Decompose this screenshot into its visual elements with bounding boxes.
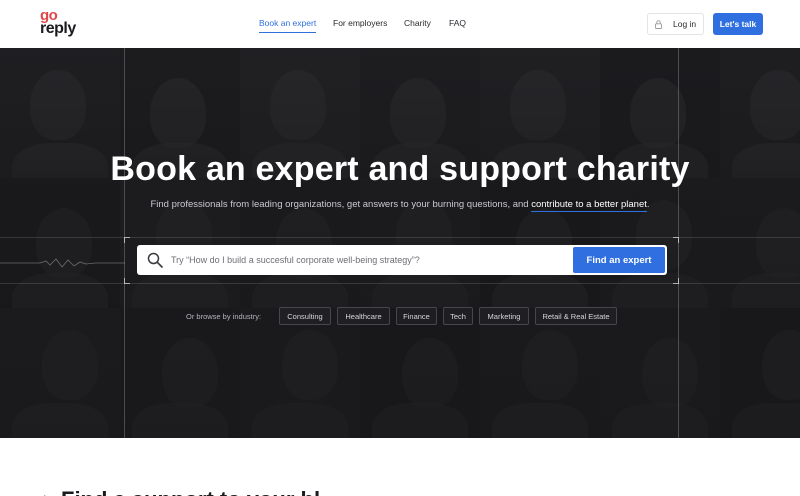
expert-search-bar: Find an expert [137, 245, 667, 275]
hero-subtitle: Find professionals from leading organiza… [0, 199, 800, 212]
hero-subtitle-text: Find professionals from leading organiza… [150, 199, 532, 210]
login-button[interactable]: Log in [647, 13, 704, 35]
nav-book-an-expert[interactable]: Book an expert [259, 17, 317, 33]
frame-corner [124, 237, 130, 243]
frame-corner [673, 237, 679, 243]
industry-chip-tech[interactable]: Tech [443, 307, 473, 325]
frame-line-left [124, 48, 125, 438]
browse-label: Or browse by industry: [186, 312, 262, 321]
search-icon [147, 252, 163, 268]
lock-icon [655, 19, 662, 29]
site-header: go reply Book an expert For employers Ch… [0, 0, 800, 48]
frame-corner [673, 278, 679, 284]
industry-chip-healthcare[interactable]: Healthcare [337, 307, 390, 325]
login-label: Log in [673, 19, 697, 29]
hero-overlay [0, 48, 800, 438]
search-input[interactable] [171, 245, 561, 275]
browse-by-industry: Or browse by industry: Consulting Health… [0, 307, 800, 327]
frame-corner [124, 278, 130, 284]
industry-chip-marketing[interactable]: Marketing [479, 307, 529, 325]
hero-title: Book an expert and support charity [110, 150, 690, 188]
arrow-right-icon: → [38, 490, 48, 496]
find-expert-button[interactable]: Find an expert [573, 247, 665, 273]
nav-for-employers[interactable]: For employers [333, 17, 387, 29]
industry-chip-retail-real-estate[interactable]: Retail & Real Estate [535, 307, 617, 325]
next-section: → Find a support to your bl... [0, 438, 800, 496]
industry-chip-finance[interactable]: Finance [396, 307, 437, 325]
frame-line-top [0, 237, 800, 238]
lets-talk-button[interactable]: Let's talk [713, 13, 763, 35]
hero-subtitle-end: . [646, 199, 650, 210]
frame-line-right [678, 48, 679, 438]
section-title: Find a support to your bl... [61, 487, 338, 496]
decorative-wave-line [0, 258, 125, 268]
frame-line-bottom [0, 283, 800, 284]
nav-faq[interactable]: FAQ [449, 17, 466, 29]
nav-charity[interactable]: Charity [404, 17, 431, 29]
charity-link[interactable]: contribute to a better planet [531, 199, 647, 212]
hero-section: Book an expert and support charity Find … [0, 48, 800, 438]
industry-chip-consulting[interactable]: Consulting [279, 307, 331, 325]
